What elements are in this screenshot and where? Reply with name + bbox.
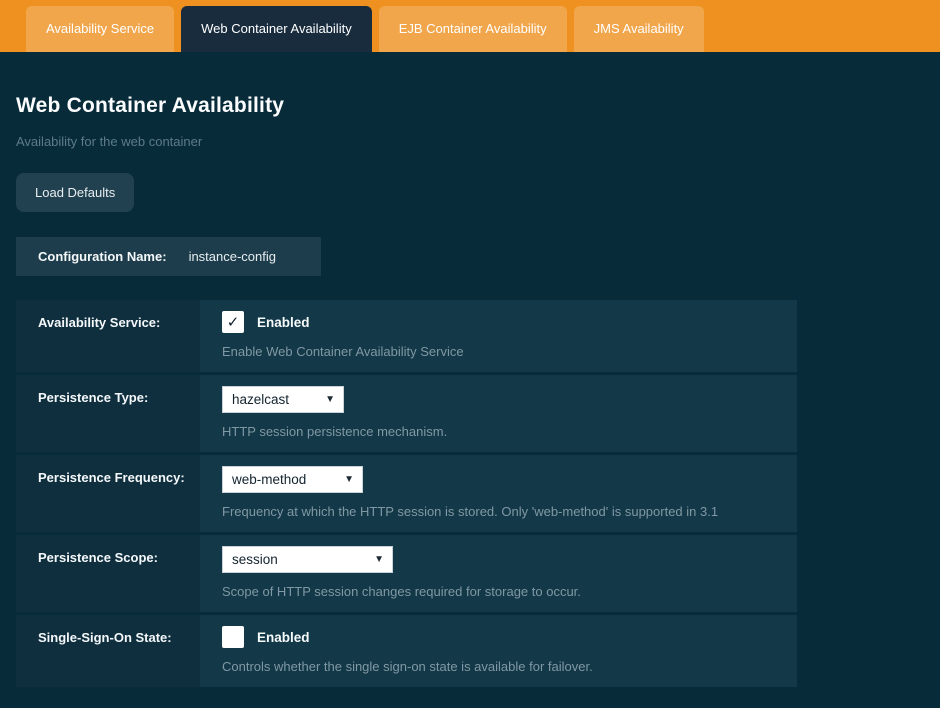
row-content: Enabled Controls whether the single sign… [200, 615, 797, 687]
help-text: Controls whether the single sign-on stat… [222, 659, 781, 674]
checkbox-label: Enabled [257, 315, 310, 330]
page-content: Web Container Availability Availability … [0, 94, 940, 687]
help-text: Frequency at which the HTTP session is s… [222, 504, 781, 519]
tab-web-container-availability[interactable]: Web Container Availability [181, 6, 372, 52]
select-value: web-method [232, 472, 306, 487]
row-label: Availability Service: [16, 300, 200, 372]
dropdown-arrow-icon: ▼ [374, 554, 384, 565]
page-subtitle: Availability for the web container [16, 134, 924, 149]
top-tab-bar: Availability Service Web Container Avail… [0, 0, 940, 52]
form-row-sso-state: Single-Sign-On State: Enabled Controls w… [16, 615, 797, 687]
form-row-persistence-type: Persistence Type: hazelcast ▼ HTTP sessi… [16, 375, 797, 452]
row-content: web-method ▼ Frequency at which the HTTP… [200, 455, 797, 532]
persistence-type-select[interactable]: hazelcast ▼ [222, 386, 344, 413]
select-value: hazelcast [232, 392, 289, 407]
select-value: session [232, 552, 278, 567]
persistence-frequency-select[interactable]: web-method ▼ [222, 466, 363, 493]
help-text: HTTP session persistence mechanism. [222, 424, 781, 439]
row-content: ✓ Enabled Enable Web Container Availabil… [200, 300, 797, 372]
config-name-value: instance-config [189, 249, 276, 264]
row-label: Persistence Type: [16, 375, 200, 452]
row-label: Persistence Scope: [16, 535, 200, 612]
row-content: session ▼ Scope of HTTP session changes … [200, 535, 797, 612]
load-defaults-button[interactable]: Load Defaults [16, 173, 134, 212]
help-text: Scope of HTTP session changes required f… [222, 584, 781, 599]
form-row-persistence-frequency: Persistence Frequency: web-method ▼ Freq… [16, 455, 797, 532]
dropdown-arrow-icon: ▼ [325, 394, 335, 405]
row-label: Persistence Frequency: [16, 455, 200, 532]
config-name-label: Configuration Name: [38, 249, 167, 264]
row-label: Single-Sign-On State: [16, 615, 200, 687]
sso-state-checkbox[interactable] [222, 626, 244, 648]
persistence-scope-select[interactable]: session ▼ [222, 546, 393, 573]
row-content: hazelcast ▼ HTTP session persistence mec… [200, 375, 797, 452]
config-name-row: Configuration Name: instance-config [16, 237, 321, 276]
dropdown-arrow-icon: ▼ [344, 474, 354, 485]
page-title: Web Container Availability [16, 94, 924, 118]
form-row-persistence-scope: Persistence Scope: session ▼ Scope of HT… [16, 535, 797, 612]
checkmark-icon: ✓ [227, 313, 240, 331]
availability-form: Availability Service: ✓ Enabled Enable W… [16, 300, 797, 687]
checkbox-label: Enabled [257, 630, 310, 645]
tab-availability-service[interactable]: Availability Service [26, 6, 174, 52]
help-text: Enable Web Container Availability Servic… [222, 344, 781, 359]
tab-jms-availability[interactable]: JMS Availability [574, 6, 704, 52]
availability-service-checkbox[interactable]: ✓ [222, 311, 244, 333]
tab-ejb-container-availability[interactable]: EJB Container Availability [379, 6, 567, 52]
form-row-availability-service: Availability Service: ✓ Enabled Enable W… [16, 300, 797, 372]
